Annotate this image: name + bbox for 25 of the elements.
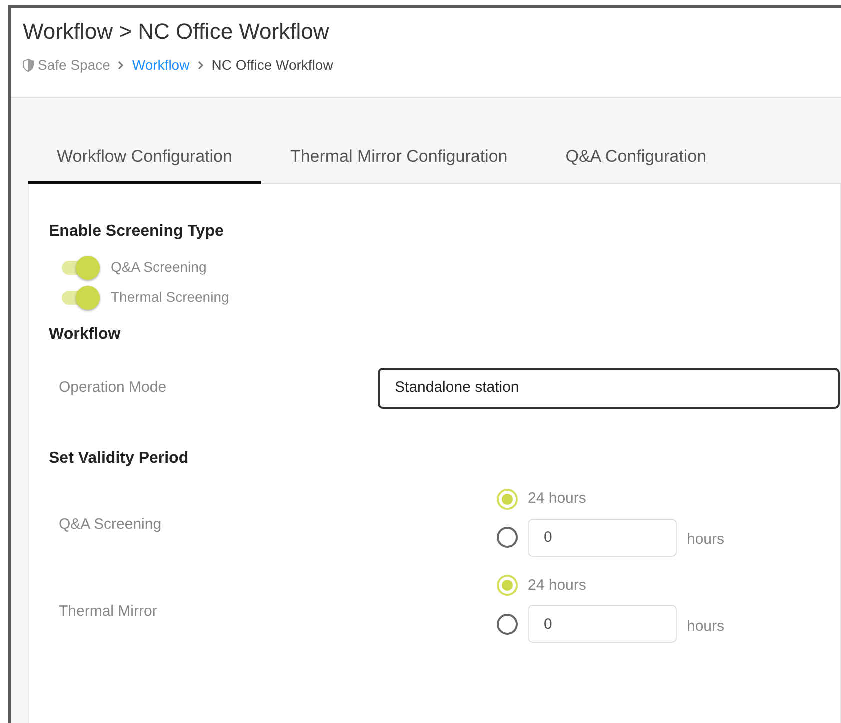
hours-input[interactable]: 0 [528,605,677,644]
tab[interactable]: Q&A Configuration [536,138,736,184]
radio-button[interactable] [497,527,518,548]
page-title: Workflow > NC Office Workflow [23,18,330,46]
field-label: Q&A Screening [58,515,163,536]
section-heading: Workflow [49,324,122,344]
hours-input[interactable]: 0 [528,518,677,557]
radio-button[interactable] [497,614,518,635]
tab[interactable]: Thermal Mirror Configuration [261,138,537,184]
chevron-icon [118,61,124,70]
option-label: 24 hours [528,576,586,596]
select-field[interactable]: Standalone station [378,368,840,409]
shield-icon [23,59,34,72]
field-label: Thermal Mirror [58,602,158,622]
toggle-label: Q&A Screening [111,258,207,278]
breadcrumb-current: NC Office Workflow [212,56,334,75]
unit-label: hours [687,530,725,550]
field-label: Operation Mode [58,378,168,398]
toggle-label: Thermal Screening [111,288,230,308]
option-label: 24 hours [528,489,586,510]
unit-label: hours [687,616,725,637]
breadcrumb-item[interactable]: Safe Space [38,55,110,76]
section-heading: Set Validity Period [49,448,190,468]
section-heading: Enable Screening Type [49,222,225,241]
chevron-icon [198,61,204,70]
